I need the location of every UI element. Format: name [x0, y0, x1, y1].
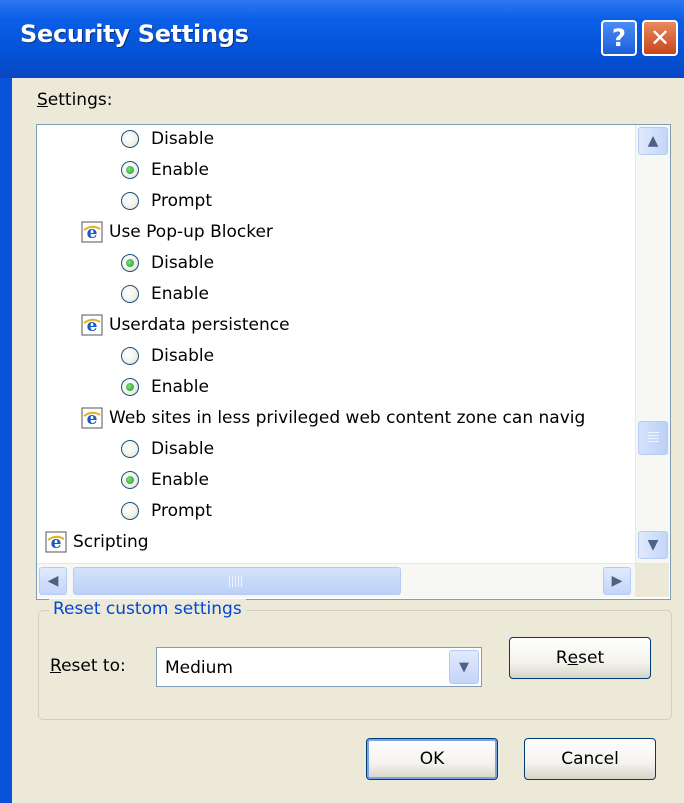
setting-label: Prompt [151, 191, 212, 211]
vertical-scrollbar[interactable]: ▲ ▼ [635, 125, 670, 563]
dialog-body: Settings: Disable Enable Prompt e Use Pop-up… [12, 78, 684, 803]
setting-option[interactable]: Enable [121, 156, 209, 184]
ok-button[interactable]: OK [366, 738, 498, 780]
security-settings-window: Security Settings ? ✕ Settings: Disable E… [0, 0, 684, 803]
window-title: Security Settings [20, 20, 249, 48]
horizontal-scrollbar[interactable]: ◀ ▶ [37, 563, 635, 598]
radio-unchecked-icon[interactable] [121, 440, 139, 458]
setting-label: Disable [151, 253, 215, 273]
radio-checked-icon[interactable] [121, 471, 139, 489]
help-button[interactable]: ? [601, 20, 637, 56]
radio-unchecked-icon[interactable] [121, 347, 139, 365]
chevron-left-icon: ◀ [47, 573, 59, 589]
setting-label: Scripting [73, 532, 149, 552]
radio-unchecked-icon[interactable] [121, 130, 139, 148]
settings-list-content: Disable Enable Prompt e Use Pop-up Blocker Di… [37, 125, 635, 563]
reset-button[interactable]: Re set [509, 637, 651, 679]
setting-label: Prompt [151, 501, 212, 521]
reset-level-dropdown[interactable]: Medium ▼ [156, 647, 482, 687]
settings-list[interactable]: Disable Enable Prompt e Use Pop-up Blocker Di… [36, 124, 671, 600]
setting-group-header: e Scripting [45, 528, 149, 556]
group-legend: Reset custom settings [49, 599, 246, 619]
setting-option[interactable]: Prompt [121, 187, 212, 215]
radio-checked-icon[interactable] [121, 378, 139, 396]
horizontal-scroll-thumb[interactable] [73, 567, 401, 595]
setting-option[interactable]: Disable [121, 435, 214, 463]
scrollbar-corner [635, 563, 669, 597]
setting-option[interactable]: Enable [121, 373, 209, 401]
setting-group-header: e Use Pop-up Blocker [81, 218, 273, 246]
vertical-scroll-thumb[interactable] [638, 421, 668, 455]
setting-option[interactable]: Enable [121, 280, 209, 308]
radio-unchecked-icon[interactable] [121, 502, 139, 520]
ie-settings-icon: e [81, 221, 103, 243]
setting-label: Web sites in less privileged web content… [109, 408, 586, 428]
setting-option[interactable]: Enable [121, 466, 209, 494]
reset-to-label: Reset to: [50, 656, 126, 676]
setting-group-header: e Userdata persistence [81, 311, 290, 339]
ie-settings-icon: e [81, 407, 103, 429]
scroll-right-button[interactable]: ▶ [603, 567, 631, 595]
reset-custom-settings-group: Reset custom settings Reset to: Medium ▼… [38, 599, 672, 720]
setting-group-header: e Web sites in less privileged web conten… [81, 404, 585, 432]
dropdown-button[interactable]: ▼ [449, 650, 479, 684]
setting-label: Userdata persistence [109, 315, 290, 335]
setting-label: Disable [151, 439, 215, 459]
setting-option[interactable]: Disable [121, 342, 214, 370]
chevron-down-icon: ▼ [647, 537, 659, 553]
close-button[interactable]: ✕ [642, 20, 678, 56]
setting-label: Enable [151, 377, 209, 397]
scroll-up-button[interactable]: ▲ [638, 127, 668, 155]
settings-label: Settings: [37, 90, 113, 110]
setting-label: Enable [151, 160, 209, 180]
scroll-down-button[interactable]: ▼ [638, 531, 668, 559]
title-bar[interactable]: Security Settings ? ✕ [0, 0, 684, 78]
chevron-up-icon: ▲ [647, 133, 659, 149]
ie-settings-icon: e [81, 314, 103, 336]
reset-level-value: Medium [165, 658, 233, 678]
setting-label: Enable [151, 470, 209, 490]
radio-checked-icon[interactable] [121, 161, 139, 179]
setting-option[interactable]: Prompt [121, 497, 212, 525]
setting-label: Disable [151, 129, 215, 149]
chevron-right-icon: ▶ [611, 573, 623, 589]
setting-option[interactable]: Disable [121, 249, 214, 277]
chevron-down-icon: ▼ [459, 659, 469, 675]
cancel-button[interactable]: Cancel [524, 738, 656, 780]
setting-label: Enable [151, 284, 209, 304]
setting-label: Disable [151, 346, 215, 366]
radio-unchecked-icon[interactable] [121, 192, 139, 210]
setting-option[interactable]: Disable [121, 125, 214, 153]
radio-unchecked-icon[interactable] [121, 285, 139, 303]
scroll-left-button[interactable]: ◀ [39, 567, 67, 595]
radio-checked-icon[interactable] [121, 254, 139, 272]
ie-settings-icon: e [45, 531, 67, 553]
setting-label: Use Pop-up Blocker [109, 222, 273, 242]
